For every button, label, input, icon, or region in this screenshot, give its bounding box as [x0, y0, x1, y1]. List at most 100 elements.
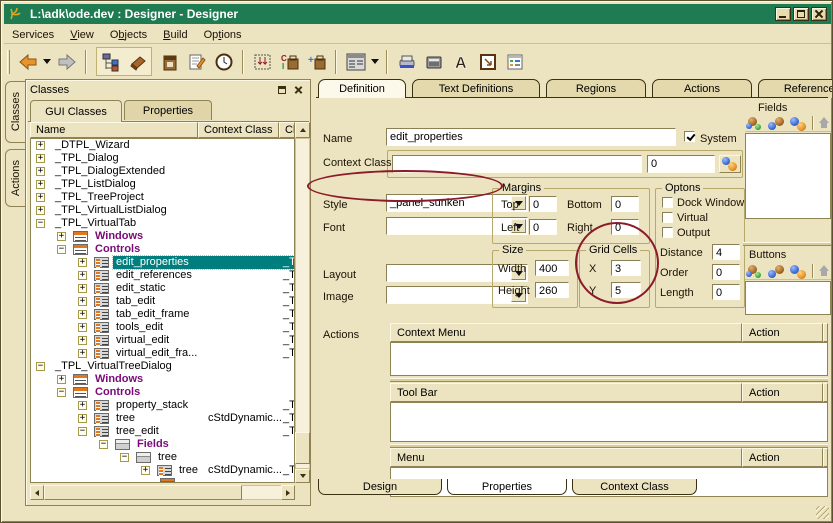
expand-icon[interactable]: +	[36, 154, 45, 163]
link-button-button[interactable]	[766, 263, 787, 279]
fields-list[interactable]	[745, 133, 831, 219]
expand-icon[interactable]: +	[78, 271, 87, 280]
expand-icon[interactable]: +	[57, 375, 66, 384]
side-tab-actions[interactable]: Actions	[5, 149, 25, 207]
margin-left-input[interactable]: 0	[529, 219, 557, 235]
tree-row-virtual_edit_fra...[interactable]: +virtual_edit_fra..._T	[31, 347, 294, 360]
system-checkbox[interactable]	[684, 131, 695, 142]
back-button[interactable]	[14, 48, 41, 75]
expand-icon[interactable]: +	[36, 180, 45, 189]
bottom-tab-context-class[interactable]: Context Class	[572, 479, 697, 495]
tree-scroll-up-button[interactable]	[295, 122, 310, 138]
tree-row-tree[interactable]: +treecStdDynamic..._T	[31, 464, 294, 477]
tab-references[interactable]: References	[758, 79, 833, 98]
expand-icon[interactable]: +	[78, 297, 87, 306]
expand-icon[interactable]: +	[78, 349, 87, 358]
tree-row-Fields[interactable]: −Fields	[31, 438, 294, 451]
form-view-options-button[interactable]	[369, 48, 381, 75]
print-dark-button[interactable]	[420, 48, 447, 75]
dock-window-checkbox[interactable]	[662, 197, 673, 208]
collapse-icon[interactable]: −	[36, 219, 45, 228]
expand-icon[interactable]: +	[78, 336, 87, 345]
collapse-icon[interactable]: −	[99, 440, 108, 449]
button-reference-button[interactable]	[788, 263, 809, 279]
menu-item-build[interactable]: Build	[155, 27, 195, 43]
tree-row-_DTPL_Wizard[interactable]: +_DTPL_Wizard	[31, 139, 294, 152]
move-up-button[interactable]	[817, 116, 831, 130]
tool-bar-list[interactable]	[390, 402, 828, 442]
tree-vscrollbar-thumb[interactable]	[295, 432, 310, 464]
tree-row-tree[interactable]: −tree	[31, 451, 294, 464]
tab-gui-classes[interactable]: GUI Classes	[30, 100, 122, 122]
back-options-button[interactable]	[41, 48, 53, 75]
column-header-class[interactable]: Cl	[279, 122, 295, 138]
context-class-count-input[interactable]: 0	[647, 155, 715, 173]
maximize-button[interactable]	[793, 7, 809, 21]
expand-icon[interactable]: +	[36, 167, 45, 176]
history-clock-button[interactable]	[210, 48, 237, 75]
tree-row-edit_references[interactable]: +edit_references_T	[31, 269, 294, 282]
margin-right-input[interactable]: 0	[611, 219, 639, 235]
edit-document-button[interactable]	[183, 48, 210, 75]
dialog-form-button[interactable]	[501, 48, 528, 75]
width-input[interactable]: 400	[535, 260, 569, 276]
tab-definition[interactable]: Definition	[318, 79, 406, 98]
tree-row-edit_static[interactable]: +edit_static_T	[31, 282, 294, 295]
collapse-icon[interactable]: −	[36, 362, 45, 371]
add-button-button[interactable]	[745, 263, 766, 279]
grid-x-input[interactable]: 3	[611, 260, 641, 276]
context-class-picker-button[interactable]	[719, 155, 741, 173]
expand-icon[interactable]: +	[36, 206, 45, 215]
bottom-tab-design[interactable]: Design	[318, 479, 442, 495]
tree-row-_TPL_ListDialog[interactable]: +_TPL_ListDialog	[31, 178, 294, 191]
link-field-button[interactable]	[766, 115, 787, 131]
tree-row-_TPL_VirtualTab[interactable]: −_TPL_VirtualTab	[31, 217, 294, 230]
tree-row-_TPL_VirtualTreeDialog[interactable]: −_TPL_VirtualTreeDialog	[31, 360, 294, 373]
tab-actions[interactable]: Actions	[652, 79, 752, 98]
menu-item-objects[interactable]: Objects	[102, 27, 155, 43]
tree-vscrollbar[interactable]	[295, 138, 310, 469]
tab-properties-left[interactable]: Properties	[124, 100, 212, 120]
tree-row-_TPL_VirtualListDialog[interactable]: +_TPL_VirtualListDialog	[31, 204, 294, 217]
forward-button[interactable]	[53, 48, 80, 75]
design-mode-button[interactable]	[124, 48, 151, 75]
import-grid-button[interactable]	[249, 48, 276, 75]
menu-item-services[interactable]: Services	[4, 27, 62, 43]
tree-row-property_stack[interactable]: +property_stack_T	[31, 399, 294, 412]
context-menu-list[interactable]	[390, 342, 828, 376]
tool-bar-action-column-header[interactable]: Action	[742, 383, 823, 402]
tree-row-_TPL_DialogExtended[interactable]: +_TPL_DialogExtended	[31, 165, 294, 178]
tool-bar-column-header[interactable]: Tool Bar	[390, 383, 742, 402]
output-checkbox[interactable]	[662, 227, 673, 238]
class-tree-button[interactable]	[97, 48, 124, 75]
tab-regions[interactable]: Regions	[546, 79, 646, 98]
tree-scroll-left-button[interactable]	[30, 485, 44, 500]
expand-icon[interactable]: +	[78, 401, 87, 410]
close-button[interactable]	[811, 7, 827, 21]
tree-row-tree[interactable]: +treecStdDynamic..._T	[31, 412, 294, 425]
expand-icon[interactable]: +	[36, 193, 45, 202]
side-tab-classes[interactable]: Classes	[5, 81, 25, 143]
package-button[interactable]	[156, 48, 183, 75]
expand-icon[interactable]: +	[78, 258, 87, 267]
form-view-button[interactable]	[342, 48, 369, 75]
add-field-button[interactable]	[745, 115, 766, 131]
minimize-button[interactable]	[775, 7, 791, 21]
field-reference-button[interactable]	[788, 115, 809, 131]
expand-icon[interactable]: +	[78, 310, 87, 319]
tree-row-Windows[interactable]: +Windows	[31, 230, 294, 243]
tree-row-_TPL_TreeProject[interactable]: +_TPL_TreeProject	[31, 191, 294, 204]
action-list-splitter[interactable]	[390, 378, 828, 382]
close-icon[interactable]	[292, 84, 306, 97]
menu-item-view[interactable]: View	[62, 27, 102, 43]
collapse-icon[interactable]: −	[78, 427, 87, 436]
dock-icon[interactable]	[276, 84, 290, 97]
fields-buttons-splitter[interactable]	[743, 242, 831, 246]
menu-item-options[interactable]: Options	[196, 27, 250, 43]
context-class-input[interactable]	[392, 155, 642, 173]
distance-input[interactable]: 4	[712, 244, 740, 260]
column-header-context-class[interactable]: Context Class	[198, 122, 279, 138]
menu-action-column-header[interactable]: Action	[742, 448, 823, 467]
move-up-button[interactable]	[817, 264, 831, 278]
collapse-icon[interactable]: −	[57, 245, 66, 254]
